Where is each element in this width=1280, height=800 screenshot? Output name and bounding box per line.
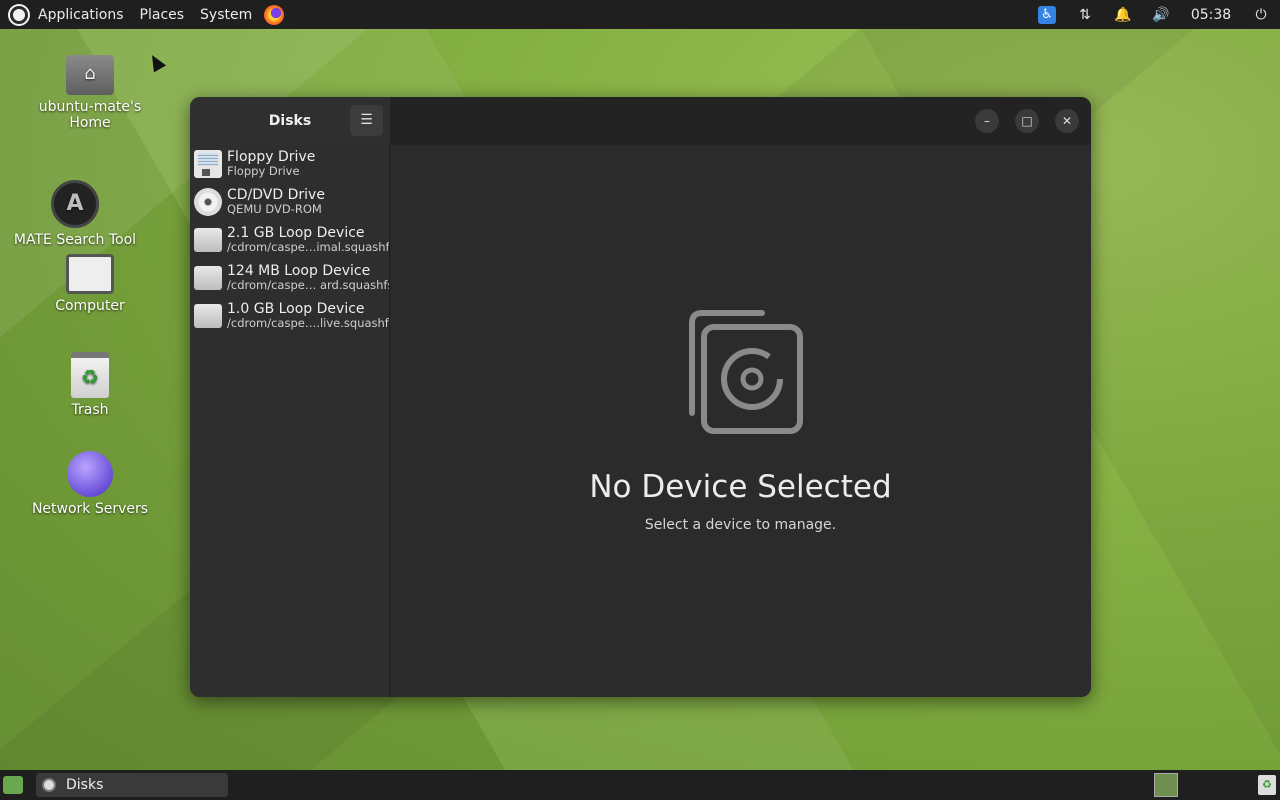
clock[interactable]: 05:38 — [1180, 7, 1242, 23]
places-menu[interactable]: Places — [132, 7, 193, 23]
desktop-icon-network-servers[interactable]: Network Servers — [20, 451, 160, 517]
device-item-loop-2-1gb[interactable]: 2.1 GB Loop Device /cdrom/caspe…imal.squ… — [190, 221, 389, 259]
device-subtitle: Floppy Drive — [227, 164, 300, 179]
device-item-loop-124mb[interactable]: 124 MB Loop Device /cdrom/caspe… ard.squ… — [190, 259, 389, 297]
desktop-icon-label: Computer — [55, 298, 125, 314]
ubuntu-mate-logo-icon[interactable] — [8, 3, 30, 26]
no-device-disk-icon — [689, 310, 803, 434]
desktop-icon-label: ubuntu-mate's Home — [38, 99, 142, 131]
system-tray: ♿ ⇅ 🔔 🔊 05:38 ⏻ — [1028, 0, 1280, 29]
cd-icon — [194, 188, 222, 216]
device-details-pane: No Device Selected Select a device to ma… — [390, 145, 1091, 697]
device-name: Floppy Drive — [227, 149, 316, 165]
device-item-loop-1-0gb[interactable]: 1.0 GB Loop Device /cdrom/caspe….live.sq… — [190, 297, 389, 335]
device-subtitle: QEMU DVD-ROM — [227, 202, 322, 217]
device-item-floppy[interactable]: Floppy Drive Floppy Drive — [190, 145, 389, 183]
desktop-icon-label: Network Servers — [31, 501, 149, 517]
accessibility-icon[interactable]: ♿ — [1028, 5, 1066, 24]
minimize-button[interactable]: – — [975, 109, 999, 133]
drive-icon — [194, 266, 222, 290]
show-desktop-icon[interactable] — [3, 776, 23, 794]
device-subtitle: /cdrom/caspe….live.squashfs — [227, 316, 389, 331]
device-subtitle: /cdrom/caspe…imal.squashfs — [227, 240, 389, 255]
power-icon[interactable]: ⏻ — [1242, 7, 1280, 23]
empty-state-title: No Device Selected — [589, 469, 892, 505]
main-header: – □ ✕ — [390, 97, 1091, 145]
device-subtitle: /cdrom/caspe… ard.squashfs — [227, 278, 389, 293]
device-name: 124 MB Loop Device — [227, 263, 371, 279]
system-menu[interactable]: System — [192, 7, 260, 23]
bottom-panel: Disks ♻ — [0, 770, 1280, 800]
sidebar-header: Disks ☰ — [190, 97, 390, 145]
notification-bell-icon[interactable]: 🔔 — [1104, 7, 1142, 23]
device-item-cdrom[interactable]: CD/DVD Drive QEMU DVD-ROM — [190, 183, 389, 221]
applications-menu[interactable]: Applications — [30, 7, 132, 23]
disks-window: Disks ☰ – □ ✕ Floppy Drive Floppy Drive … — [190, 97, 1091, 697]
computer-icon — [66, 254, 114, 294]
taskbar-button-disks[interactable]: Disks — [36, 773, 228, 797]
desktop-icon-search-tool[interactable]: A MATE Search Tool — [5, 180, 145, 248]
maximize-button[interactable]: □ — [1015, 109, 1039, 133]
search-tool-icon: A — [51, 180, 99, 228]
main-menu-button[interactable]: ☰ — [350, 105, 383, 136]
desktop-icon-label: Trash — [71, 402, 109, 418]
taskbar-label: Disks — [66, 777, 104, 793]
volume-icon[interactable]: 🔊 — [1142, 7, 1180, 23]
empty-state-subtitle: Select a device to manage. — [644, 517, 837, 533]
desktop-icon-label: MATE Search Tool — [13, 232, 137, 248]
network-icon[interactable]: ⇅ — [1066, 7, 1104, 23]
desktop-icon-trash[interactable]: ♻ Trash — [20, 352, 160, 418]
trash-icon: ♻ — [71, 352, 109, 398]
disks-app-icon — [42, 778, 56, 792]
device-name: 2.1 GB Loop Device — [227, 225, 365, 241]
floppy-icon — [194, 150, 222, 178]
device-name: 1.0 GB Loop Device — [227, 301, 365, 317]
home-folder-icon — [66, 55, 114, 95]
trash-applet-icon[interactable]: ♻ — [1258, 775, 1276, 795]
close-button[interactable]: ✕ — [1055, 109, 1079, 133]
drive-icon — [194, 304, 222, 328]
device-list: Floppy Drive Floppy Drive CD/DVD Drive Q… — [190, 145, 390, 697]
drive-icon — [194, 228, 222, 252]
network-servers-icon — [67, 451, 113, 497]
firefox-launcher-icon[interactable] — [264, 4, 285, 25]
device-name: CD/DVD Drive — [227, 187, 325, 203]
desktop-icon-computer[interactable]: Computer — [20, 254, 160, 314]
workspace-switcher[interactable] — [1154, 773, 1178, 797]
desktop-icon-home[interactable]: ubuntu-mate's Home — [20, 55, 160, 131]
top-panel: Applications Places System ♿ ⇅ 🔔 🔊 05:38… — [0, 0, 1280, 29]
